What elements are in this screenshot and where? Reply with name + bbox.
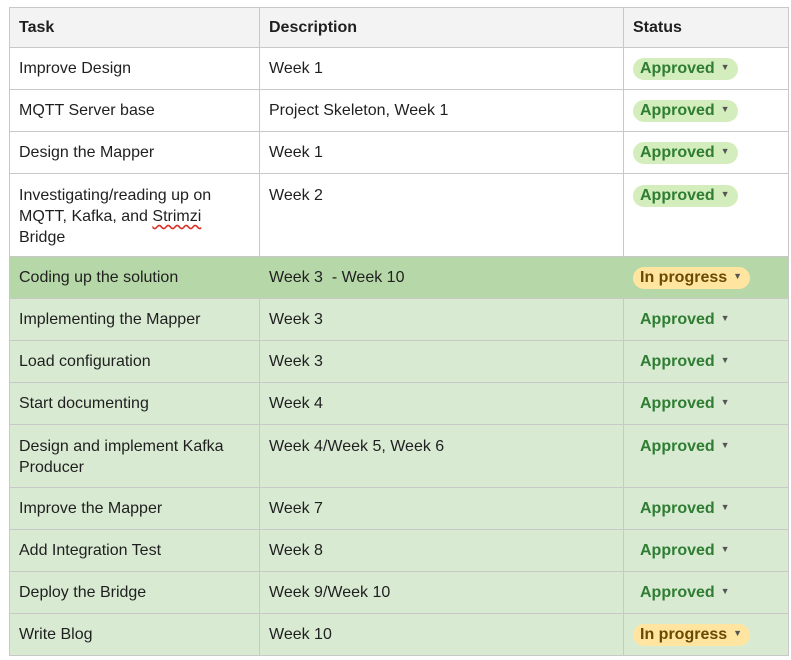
task-cell[interactable]: Investigating/reading up on MQTT, Kafka,… (9, 173, 260, 257)
task-cell[interactable]: Deploy the Bridge (9, 571, 260, 614)
table-row: Design the Mapper Week 1 Approved ▼ (9, 131, 789, 174)
status-cell[interactable]: Approved ▼ (623, 424, 789, 488)
status-cell[interactable]: Approved ▼ (623, 571, 789, 614)
description-cell[interactable]: Week 1 (259, 131, 624, 174)
status-cell[interactable]: In progress ▼ (623, 613, 789, 656)
status-chip[interactable]: Approved ▼ (633, 351, 738, 373)
table-row: Improve Design Week 1 Approved ▼ (9, 47, 789, 90)
chevron-down-icon: ▼ (720, 502, 730, 512)
status-cell[interactable]: Approved ▼ (623, 382, 789, 425)
status-cell[interactable]: Approved ▼ (623, 487, 789, 530)
status-chip[interactable]: Approved ▼ (633, 184, 738, 207)
table-row: Start documenting Week 4 Approved ▼ (9, 382, 789, 425)
status-chip[interactable]: Approved ▼ (633, 309, 738, 331)
description-cell[interactable]: Week 4 (259, 382, 624, 425)
status-chip[interactable]: Approved ▼ (633, 540, 738, 562)
chevron-down-icon: ▼ (720, 439, 730, 450)
status-cell[interactable]: Approved ▼ (623, 131, 789, 174)
chevron-down-icon: ▼ (720, 397, 730, 407)
task-cell[interactable]: Design the Mapper (9, 131, 260, 174)
table-row: Design and implement Kafka Producer Week… (9, 424, 789, 488)
header-description[interactable]: Description (259, 7, 624, 48)
task-cell[interactable]: Improve the Mapper (9, 487, 260, 530)
spellcheck-word: Strimzi (152, 208, 202, 225)
status-chip[interactable]: Approved ▼ (633, 100, 738, 122)
table-row: Investigating/reading up on MQTT, Kafka,… (9, 173, 789, 257)
description-cell[interactable]: Project Skeleton, Week 1 (259, 89, 624, 132)
status-cell[interactable]: Approved ▼ (623, 340, 789, 383)
chevron-down-icon: ▼ (720, 586, 730, 596)
chevron-down-icon: ▼ (720, 146, 730, 156)
description-cell[interactable]: Week 10 (259, 613, 624, 656)
status-cell[interactable]: Approved ▼ (623, 173, 789, 257)
status-chip[interactable]: Approved ▼ (633, 393, 738, 415)
table-row: Deploy the Bridge Week 9/Week 10 Approve… (9, 571, 789, 614)
task-cell[interactable]: Start documenting (9, 382, 260, 425)
table-row: Add Integration Test Week 8 Approved ▼ (9, 529, 789, 572)
description-cell[interactable]: Week 3 - Week 10 (259, 256, 624, 299)
chevron-down-icon: ▼ (733, 271, 743, 281)
status-cell[interactable]: Approved ▼ (623, 298, 789, 341)
table-row: Coding up the solution Week 3 - Week 10 … (9, 256, 789, 299)
task-cell[interactable]: Write Blog (9, 613, 260, 656)
task-cell[interactable]: Implementing the Mapper (9, 298, 260, 341)
status-chip[interactable]: Approved ▼ (633, 498, 738, 520)
status-chip[interactable]: Approved ▼ (633, 58, 738, 80)
header-status[interactable]: Status (623, 7, 789, 48)
table-row: Improve the Mapper Week 7 Approved ▼ (9, 487, 789, 530)
chevron-down-icon: ▼ (720, 188, 730, 199)
task-cell[interactable]: MQTT Server base (9, 89, 260, 132)
task-table: Task Description Status Improve Design W… (9, 7, 789, 656)
description-cell[interactable]: Week 8 (259, 529, 624, 572)
status-chip[interactable]: Approved ▼ (633, 142, 738, 164)
chevron-down-icon: ▼ (720, 313, 730, 323)
header-task[interactable]: Task (9, 7, 260, 48)
status-chip[interactable]: In progress ▼ (633, 267, 751, 289)
table-row: Load configuration Week 3 Approved ▼ (9, 340, 789, 383)
description-cell[interactable]: Week 7 (259, 487, 624, 530)
status-cell[interactable]: Approved ▼ (623, 89, 789, 132)
status-chip[interactable]: In progress ▼ (633, 624, 751, 646)
status-cell[interactable]: Approved ▼ (623, 47, 789, 90)
chevron-down-icon: ▼ (720, 544, 730, 554)
description-cell[interactable]: Week 4/Week 5, Week 6 (259, 424, 624, 488)
description-cell[interactable]: Week 3 (259, 340, 624, 383)
table-row: MQTT Server base Project Skeleton, Week … (9, 89, 789, 132)
table-row: Write Blog Week 10 In progress ▼ (9, 613, 789, 656)
chevron-down-icon: ▼ (720, 62, 730, 72)
header-row: Task Description Status (9, 7, 789, 48)
status-cell[interactable]: In progress ▼ (623, 256, 789, 299)
task-cell[interactable]: Design and implement Kafka Producer (9, 424, 260, 488)
status-chip[interactable]: Approved ▼ (633, 582, 738, 604)
description-cell[interactable]: Week 9/Week 10 (259, 571, 624, 614)
chevron-down-icon: ▼ (720, 355, 730, 365)
chevron-down-icon: ▼ (733, 628, 743, 638)
description-cell[interactable]: Week 2 (259, 173, 624, 257)
table-row: Implementing the Mapper Week 3 Approved ▼ (9, 298, 789, 341)
description-cell[interactable]: Week 1 (259, 47, 624, 90)
description-cell[interactable]: Week 3 (259, 298, 624, 341)
chevron-down-icon: ▼ (720, 104, 730, 114)
task-cell[interactable]: Improve Design (9, 47, 260, 90)
status-cell[interactable]: Approved ▼ (623, 529, 789, 572)
task-cell[interactable]: Load configuration (9, 340, 260, 383)
status-chip[interactable]: Approved ▼ (633, 436, 738, 458)
task-cell[interactable]: Add Integration Test (9, 529, 260, 572)
task-cell[interactable]: Coding up the solution (9, 256, 260, 299)
